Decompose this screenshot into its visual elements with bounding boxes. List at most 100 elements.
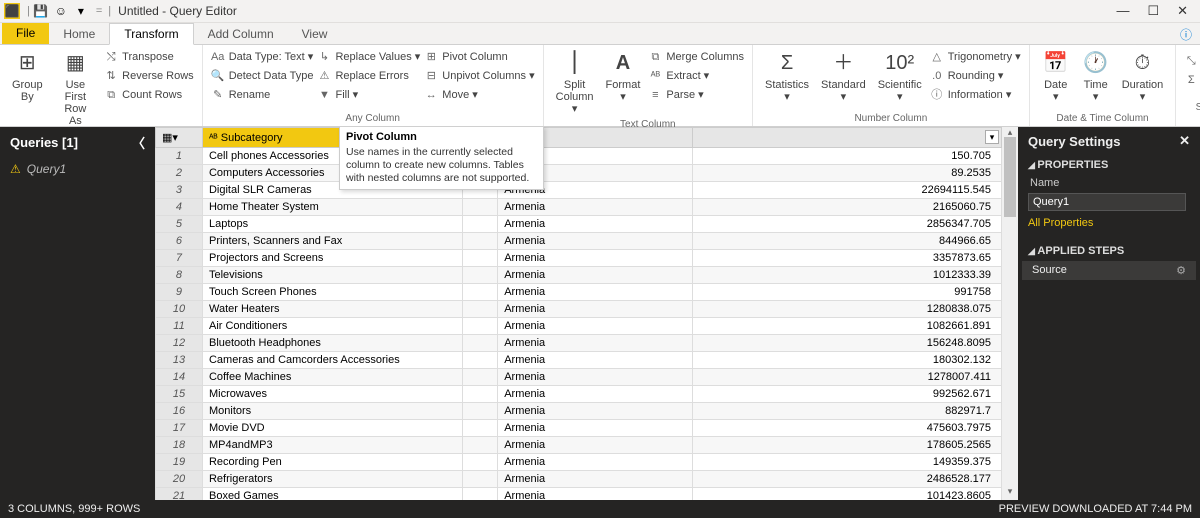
cell-value[interactable]: 149359.375 xyxy=(693,454,1002,471)
cell-country[interactable]: Armenia xyxy=(498,199,693,216)
cell-country[interactable]: Armenia xyxy=(498,437,693,454)
scroll-thumb[interactable] xyxy=(1004,137,1016,217)
cell-country[interactable]: Armenia xyxy=(498,386,693,403)
cell-subcategory[interactable]: Bluetooth Headphones xyxy=(202,335,462,352)
cell-country[interactable]: Armenia xyxy=(498,216,693,233)
statistics-button[interactable]: ΣStatistics ▾ xyxy=(759,47,815,105)
reverse-rows-button[interactable]: ⇅Reverse Rows xyxy=(102,68,196,85)
cell-value[interactable]: 475603.7975 xyxy=(693,420,1002,437)
close-button[interactable]: ✕ xyxy=(1177,3,1188,19)
time-button[interactable]: 🕐Time ▾ xyxy=(1076,47,1116,105)
cell-subcategory[interactable]: Touch Screen Phones xyxy=(202,284,462,301)
cell-value[interactable]: 3357873.65 xyxy=(693,250,1002,267)
cell-subcategory[interactable]: Boxed Games xyxy=(202,488,462,501)
standard-button[interactable]: ＋Standard ▾ xyxy=(815,47,872,105)
aggregate-button[interactable]: ΣAggregate xyxy=(1182,72,1200,89)
file-tab[interactable]: File xyxy=(2,23,49,44)
cell-value[interactable]: 991758 xyxy=(693,284,1002,301)
cell-value[interactable]: 89.2535 xyxy=(693,165,1002,182)
cell-country[interactable]: Armenia xyxy=(498,301,693,318)
table-row[interactable]: 15MicrowavesArmenia992562.671 xyxy=(156,386,1002,403)
close-settings-icon[interactable]: ✕ xyxy=(1179,133,1190,149)
cell-value[interactable]: 2486528.177 xyxy=(693,471,1002,488)
collapse-icon[interactable]: 〈 xyxy=(132,133,145,152)
table-row[interactable]: 8TelevisionsArmenia1012333.39 xyxy=(156,267,1002,284)
cell-subcategory[interactable]: Recording Pen xyxy=(202,454,462,471)
table-row[interactable]: 18MP4andMP3Armenia178605.2565 xyxy=(156,437,1002,454)
cell-value[interactable]: 101423.8605 xyxy=(693,488,1002,501)
rename-button[interactable]: ✎Rename xyxy=(209,87,316,104)
cell-country[interactable]: Armenia xyxy=(498,369,693,386)
pivot-column-button[interactable]: ⊞Pivot Column xyxy=(422,49,536,66)
table-row[interactable]: 13Cameras and Camcorders AccessoriesArme… xyxy=(156,352,1002,369)
help-icon[interactable]: ⓘ xyxy=(1180,26,1192,43)
cell-subcategory[interactable]: Laptops xyxy=(202,216,462,233)
addcolumn-tab[interactable]: Add Column xyxy=(194,23,288,44)
applied-step-source[interactable]: Source ⚙ xyxy=(1022,261,1196,280)
cell-country[interactable]: Armenia xyxy=(498,352,693,369)
cell-country[interactable]: Armenia xyxy=(498,335,693,352)
table-row[interactable]: 20RefrigeratorsArmenia2486528.177 xyxy=(156,471,1002,488)
cell-subcategory[interactable]: Cameras and Camcorders Accessories xyxy=(202,352,462,369)
table-row[interactable]: 11Air ConditionersArmenia1082661.891 xyxy=(156,318,1002,335)
column-header-value[interactable]: ▾ xyxy=(693,128,1002,148)
replace-values-button[interactable]: ↳Replace Values ▾ xyxy=(315,49,422,66)
cell-value[interactable]: 1278007.411 xyxy=(693,369,1002,386)
table-row[interactable]: 12Bluetooth HeadphonesArmenia156248.8095 xyxy=(156,335,1002,352)
cell-country[interactable]: Armenia xyxy=(498,454,693,471)
transpose-button[interactable]: ⤭Transpose xyxy=(102,49,196,66)
table-row[interactable]: 4Home Theater SystemArmenia2165060.75 xyxy=(156,199,1002,216)
cell-value[interactable]: 156248.8095 xyxy=(693,335,1002,352)
cell-subcategory[interactable]: Microwaves xyxy=(202,386,462,403)
vertical-scrollbar[interactable]: ▴ ▾ xyxy=(1002,127,1018,500)
merge-columns-button[interactable]: ⧉Merge Columns xyxy=(646,49,746,66)
rounding-button[interactable]: .0Rounding ▾ xyxy=(928,68,1023,85)
detect-datatype-button[interactable]: 🔍Detect Data Type xyxy=(209,68,316,85)
cell-country[interactable]: Armenia xyxy=(498,233,693,250)
date-button[interactable]: 📅Date ▾ xyxy=(1036,47,1076,105)
cell-value[interactable]: 2165060.75 xyxy=(693,199,1002,216)
cell-subcategory[interactable]: Televisions xyxy=(202,267,462,284)
cell-subcategory[interactable]: Coffee Machines xyxy=(202,369,462,386)
cell-country[interactable]: Armenia xyxy=(498,250,693,267)
duration-button[interactable]: ⏱Duration ▾ xyxy=(1116,47,1170,105)
save-icon[interactable]: 💾 xyxy=(33,3,49,19)
gear-icon[interactable]: ⚙ xyxy=(1176,264,1186,277)
cell-value[interactable]: 150.705 xyxy=(693,148,1002,165)
trigonometry-button[interactable]: △Trigonometry ▾ xyxy=(928,49,1023,66)
cell-country[interactable]: Armenia xyxy=(498,318,693,335)
cell-value[interactable]: 882971.7 xyxy=(693,403,1002,420)
cell-value[interactable]: 1082661.891 xyxy=(693,318,1002,335)
table-row[interactable]: 10Water HeatersArmenia1280838.075 xyxy=(156,301,1002,318)
cell-country[interactable]: Armenia xyxy=(498,267,693,284)
cell-subcategory[interactable]: Air Conditioners xyxy=(202,318,462,335)
expand-button[interactable]: ⤡Expand xyxy=(1182,53,1200,70)
view-tab[interactable]: View xyxy=(288,23,342,44)
cell-subcategory[interactable]: Projectors and Screens xyxy=(202,250,462,267)
cell-value[interactable]: 180302.132 xyxy=(693,352,1002,369)
fill-button[interactable]: ▼Fill ▾ xyxy=(315,87,422,104)
cell-subcategory[interactable]: MP4andMP3 xyxy=(202,437,462,454)
table-row[interactable]: 2Computers AccessoriesArm89.2535 xyxy=(156,165,1002,182)
parse-button[interactable]: ≡Parse ▾ xyxy=(646,87,746,104)
scientific-button[interactable]: 10²Scientific ▾ xyxy=(872,47,928,105)
transform-tab[interactable]: Transform xyxy=(109,23,193,45)
datatype-button[interactable]: AaData Type: Text ▾ xyxy=(209,49,316,66)
scroll-down-icon[interactable]: ▾ xyxy=(1002,486,1018,500)
face-icon[interactable]: ☺ xyxy=(53,3,69,19)
rownum-header[interactable]: ▦▾ xyxy=(156,128,203,148)
data-grid[interactable]: ▦▾ ᴬᴮ Subcategory ▾ ᴬᴮ ▾ 1Cell phones Ac… xyxy=(155,127,1002,500)
table-row[interactable]: 7Projectors and ScreensArmenia3357873.65 xyxy=(156,250,1002,267)
cell-value[interactable]: 2856347.705 xyxy=(693,216,1002,233)
table-row[interactable]: 1Cell phones AccessoriesArm150.705 xyxy=(156,148,1002,165)
table-row[interactable]: 19Recording PenArmenia149359.375 xyxy=(156,454,1002,471)
cell-subcategory[interactable]: Home Theater System xyxy=(202,199,462,216)
cell-subcategory[interactable]: Refrigerators xyxy=(202,471,462,488)
extract-button[interactable]: ᴬᴮExtract ▾ xyxy=(646,68,746,85)
move-button[interactable]: ↔Move ▾ xyxy=(422,87,536,104)
cell-value[interactable]: 1280838.075 xyxy=(693,301,1002,318)
unpivot-columns-button[interactable]: ⊟Unpivot Columns ▾ xyxy=(422,68,536,85)
cell-value[interactable]: 1012333.39 xyxy=(693,267,1002,284)
cell-country[interactable]: Armenia xyxy=(498,284,693,301)
home-tab[interactable]: Home xyxy=(49,23,109,44)
